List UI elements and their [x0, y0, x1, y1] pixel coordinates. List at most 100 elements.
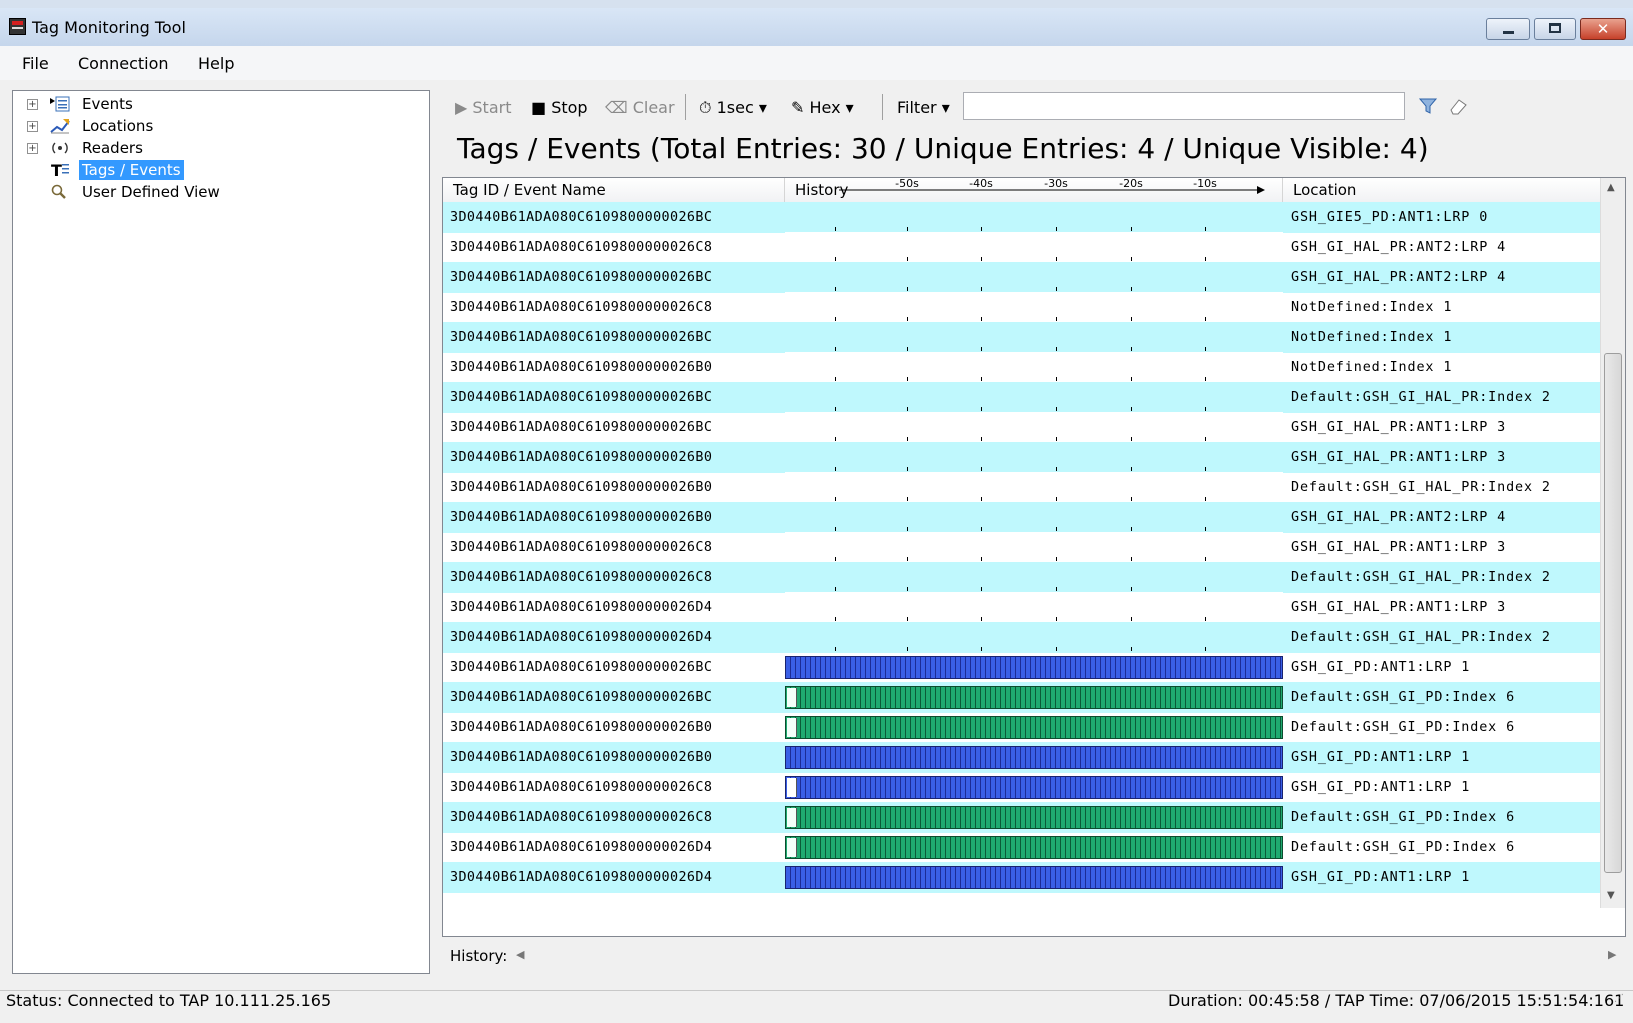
tag-id-cell: 3D0440B61ADA080C6109800000026B0 — [450, 750, 713, 765]
history-cell — [785, 622, 1283, 653]
table-row[interactable]: 3D0440B61ADA080C6109800000026BC GSH_GI_PD… — [443, 652, 1601, 683]
title-bar: Tag Monitoring Tool ✕ — [0, 8, 1633, 46]
time-tick — [907, 527, 908, 531]
location-cell: GSH_GI_HAL_PR:ANT1:LRP 3 — [1291, 600, 1507, 615]
history-gap — [787, 778, 797, 797]
table-row[interactable]: 3D0440B61ADA080C6109800000026C8 GSH_GI_HA… — [443, 532, 1601, 563]
time-tick — [1056, 557, 1057, 561]
format-dropdown[interactable]: ✎ Hex ▾ — [791, 98, 854, 117]
table-row[interactable]: 3D0440B61ADA080C6109800000026C8 NotDefine… — [443, 292, 1601, 323]
location-cell: GSH_GI_HAL_PR:ANT1:LRP 3 — [1291, 420, 1507, 435]
column-header-tag-id[interactable]: Tag ID / Event Name — [443, 178, 785, 202]
table-row[interactable]: 3D0440B61ADA080C6109800000026D4 Default:G… — [443, 832, 1601, 863]
maximize-button[interactable] — [1534, 18, 1576, 40]
tree-label: Locations — [82, 117, 154, 135]
tag-id-cell: 3D0440B61ADA080C6109800000026D4 — [450, 840, 713, 855]
resize-grip-icon[interactable]: ⋰ — [1614, 993, 1628, 1007]
tick-label-30s: -30s — [1044, 178, 1068, 190]
time-tick — [907, 407, 908, 411]
expand-icon[interactable]: + — [27, 121, 38, 132]
column-header-history[interactable]: History -50s -40s -30s -20s -10s — [785, 178, 1283, 202]
column-header-location[interactable]: Location — [1283, 178, 1601, 202]
expand-icon[interactable]: + — [27, 99, 38, 110]
tag-id-cell: 3D0440B61ADA080C6109800000026C8 — [450, 810, 713, 825]
history-scrollbar[interactable]: ◀ ▶ — [512, 943, 1625, 971]
table-row[interactable]: 3D0440B61ADA080C6109800000026BC GSH_GI_HA… — [443, 412, 1601, 443]
time-tick — [1131, 617, 1132, 621]
time-tick — [1056, 437, 1057, 441]
funnel-icon — [1418, 98, 1438, 114]
menu-connection[interactable]: Connection — [78, 54, 169, 73]
location-cell: Default:GSH_GI_PD:Index 6 — [1291, 840, 1516, 855]
table-row[interactable]: 3D0440B61ADA080C6109800000026B0 NotDefine… — [443, 352, 1601, 383]
tag-id-cell: 3D0440B61ADA080C6109800000026B0 — [450, 510, 713, 525]
table-row[interactable]: 3D0440B61ADA080C6109800000026D4 GSH_GI_HA… — [443, 592, 1601, 623]
scroll-right-icon[interactable]: ▶ — [1608, 948, 1616, 961]
table-row[interactable]: 3D0440B61ADA080C6109800000026BC Default:G… — [443, 382, 1601, 413]
tick-label-20s: -20s — [1119, 178, 1143, 190]
table-row[interactable]: 3D0440B61ADA080C6109800000026D4 Default:G… — [443, 622, 1601, 653]
menu-file[interactable]: File — [22, 54, 49, 73]
time-tick — [1205, 527, 1206, 531]
eraser-icon: ⌫ — [605, 98, 633, 117]
location-cell: Default:GSH_GI_HAL_PR:Index 2 — [1291, 570, 1551, 585]
table-row[interactable]: 3D0440B61ADA080C6109800000026BC GSH_GI_HA… — [443, 262, 1601, 293]
history-bar-blue — [785, 866, 1283, 889]
time-tick — [1205, 287, 1206, 291]
tag-id-cell: 3D0440B61ADA080C6109800000026B0 — [450, 360, 713, 375]
clear-button[interactable]: ⌫ Clear — [605, 98, 675, 117]
stop-button[interactable]: ■ Stop — [531, 98, 588, 117]
expand-icon[interactable]: + — [27, 143, 38, 154]
time-tick — [835, 257, 836, 261]
history-cell — [785, 382, 1283, 413]
table-row[interactable]: 3D0440B61ADA080C6109800000026C8 Default:G… — [443, 802, 1601, 833]
interval-dropdown[interactable]: ⏱ 1sec ▾ — [699, 98, 767, 118]
history-cell — [785, 772, 1283, 803]
apply-filter-button[interactable] — [1418, 96, 1438, 120]
time-tick — [1056, 527, 1057, 531]
table-row[interactable]: 3D0440B61ADA080C6109800000026C8 Default:G… — [443, 562, 1601, 593]
scroll-down-icon[interactable]: ▼ — [1607, 890, 1615, 901]
time-tick — [1056, 377, 1057, 381]
time-tick — [835, 227, 836, 231]
scroll-left-icon[interactable]: ◀ — [516, 948, 524, 961]
table-row[interactable]: 3D0440B61ADA080C6109800000026B0 Default:G… — [443, 472, 1601, 503]
filter-input[interactable] — [963, 92, 1405, 120]
table-row[interactable]: 3D0440B61ADA080C6109800000026BC Default:G… — [443, 682, 1601, 713]
time-tick — [1205, 647, 1206, 651]
locations-map-icon — [49, 117, 71, 135]
time-tick — [835, 377, 836, 381]
time-tick — [1205, 377, 1206, 381]
time-tick — [835, 317, 836, 321]
table-row[interactable]: 3D0440B61ADA080C6109800000026B0 Default:G… — [443, 712, 1601, 743]
table-row[interactable]: 3D0440B61ADA080C6109800000026BC NotDefine… — [443, 322, 1601, 353]
table-row[interactable]: 3D0440B61ADA080C6109800000026B0 GSH_GI_PD… — [443, 742, 1601, 773]
close-button[interactable]: ✕ — [1580, 18, 1626, 40]
table-row[interactable]: 3D0440B61ADA080C6109800000026B0 GSH_GI_HA… — [443, 442, 1601, 473]
vertical-scrollbar[interactable]: ▲ ▼ — [1600, 178, 1625, 908]
time-tick — [981, 467, 982, 471]
filter-dropdown[interactable]: Filter ▾ — [897, 98, 950, 117]
history-bar-green — [785, 806, 1283, 829]
table-row[interactable]: 3D0440B61ADA080C6109800000026C8 GSH_GI_HA… — [443, 232, 1601, 263]
time-tick — [907, 287, 908, 291]
table-row[interactable]: 3D0440B61ADA080C6109800000026D4 GSH_GI_PD… — [443, 862, 1601, 893]
menu-help[interactable]: Help — [198, 54, 234, 73]
tree-label: Events — [82, 95, 133, 113]
tag-id-cell: 3D0440B61ADA080C6109800000026BC — [450, 690, 713, 705]
scroll-up-icon[interactable]: ▲ — [1607, 182, 1615, 193]
time-tick — [835, 557, 836, 561]
time-tick — [907, 617, 908, 621]
grid-footer — [443, 908, 1625, 936]
scrollbar-thumb[interactable] — [1604, 353, 1622, 873]
history-gap — [787, 808, 797, 827]
table-row[interactable]: 3D0440B61ADA080C6109800000026BC GSH_GIE5_… — [443, 202, 1601, 233]
clear-filter-button[interactable] — [1447, 96, 1469, 120]
time-tick — [835, 347, 836, 351]
time-tick — [907, 437, 908, 441]
table-row[interactable]: 3D0440B61ADA080C6109800000026B0 GSH_GI_HA… — [443, 502, 1601, 533]
table-row[interactable]: 3D0440B61ADA080C6109800000026C8 GSH_GI_PD… — [443, 772, 1601, 803]
location-cell: GSH_GI_PD:ANT1:LRP 1 — [1291, 750, 1471, 765]
start-button[interactable]: ▶ Start — [455, 98, 511, 117]
minimize-button[interactable] — [1486, 18, 1530, 40]
